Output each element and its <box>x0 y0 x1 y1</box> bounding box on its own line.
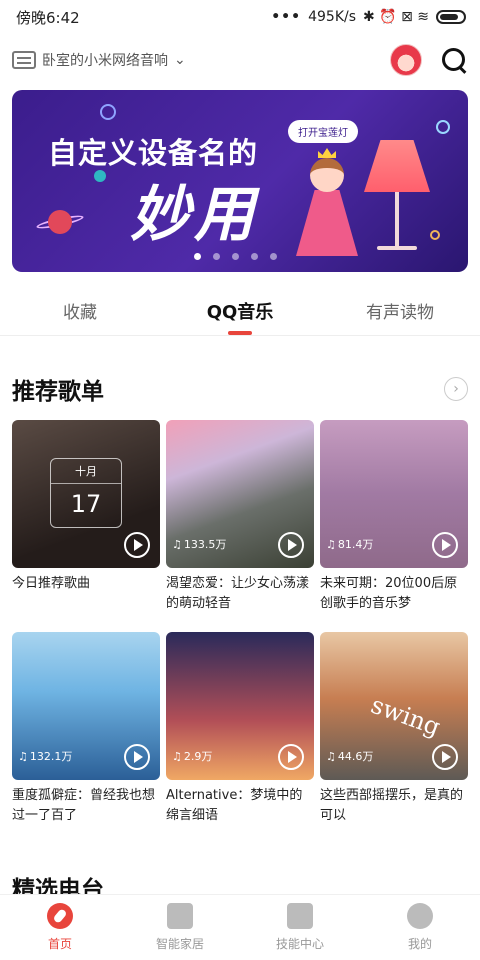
playlist-cover[interactable]: ♫ 132.1万 <box>12 632 160 780</box>
play-icon[interactable] <box>278 744 304 770</box>
promo-banner[interactable]: 自定义设备名的 妙用 打开宝莲灯 <box>12 90 468 272</box>
play-count: ♫ 133.5万 <box>172 536 226 552</box>
network-speed: 495K/s <box>308 9 357 25</box>
playlist-card[interactable]: ♫ 132.1万 重度孤僻症：曾经我也想过一了百了 <box>12 632 160 826</box>
play-count: ♫ 2.9万 <box>172 748 212 764</box>
play-count-value: 2.9万 <box>183 750 213 763</box>
play-count-value: 132.1万 <box>29 750 73 763</box>
carousel-indicator <box>194 253 277 260</box>
section-title-radio: 精选电台 <box>12 877 104 903</box>
section-header-playlists: 推荐歌单 › <box>0 336 480 420</box>
profile-icon <box>407 903 433 929</box>
play-icon[interactable] <box>124 532 150 558</box>
headphones-icon: ♫ <box>172 749 182 763</box>
play-count: ♫ 132.1万 <box>18 748 72 764</box>
device-name: 卧室的小米网络音响 <box>42 53 168 69</box>
nav-skills[interactable]: 技能中心 <box>240 895 360 960</box>
nav-label: 技能中心 <box>275 937 324 951</box>
play-count: ♫ 44.6万 <box>326 748 373 764</box>
lamp-base <box>377 246 417 250</box>
decor-circle <box>436 120 450 134</box>
device-selector[interactable]: 卧室的小米网络音响 ⌄ <box>12 50 390 70</box>
nav-label: 我的 <box>407 937 432 951</box>
headphones-icon: ♫ <box>326 749 336 763</box>
play-icon[interactable] <box>432 744 458 770</box>
tab-favorites[interactable]: 收藏 <box>0 286 160 335</box>
nav-smart-home[interactable]: 智能家居 <box>120 895 240 960</box>
nav-profile[interactable]: 我的 <box>360 895 480 960</box>
princess-head <box>310 158 344 192</box>
lamp-stand <box>395 192 399 248</box>
battery-icon <box>436 10 466 24</box>
cover-overlay-text: swing <box>367 690 444 742</box>
princess-dress <box>296 190 358 256</box>
headphones-icon: ♫ <box>172 537 182 551</box>
search-icon[interactable] <box>440 46 468 74</box>
content-tabs: 收藏 QQ音乐 有声读物 <box>0 286 480 336</box>
carousel-dot[interactable] <box>232 253 239 260</box>
calendar-icon: 十月 17 <box>50 458 122 528</box>
play-icon[interactable] <box>432 532 458 558</box>
nav-label: 首页 <box>47 937 72 951</box>
banner-tag: 打开宝莲灯 <box>288 120 358 143</box>
play-icon[interactable] <box>278 532 304 558</box>
playlist-grid: 十月 17 今日推荐歌曲 ♫ 133.5万 渴望恋爱：让少女心荡漾的萌动轻音 ♫ 8… <box>0 420 480 826</box>
decor-circle <box>100 104 116 120</box>
playlist-title: 这些西部摇摆乐，是真的可以 <box>320 788 464 823</box>
playlist-card[interactable]: ♫ 2.9万 Alternative：梦境中的绵言细语 <box>166 632 314 826</box>
smart-home-icon <box>167 903 193 929</box>
play-count-value: 133.5万 <box>183 538 227 551</box>
carousel-dot[interactable] <box>213 253 220 260</box>
playlist-title: 重度孤僻症：曾经我也想过一了百了 <box>12 788 156 823</box>
playlist-card[interactable]: 十月 17 今日推荐歌曲 <box>12 420 160 614</box>
speaker-icon <box>12 51 36 69</box>
home-icon <box>47 903 73 929</box>
notification-dots: ••• <box>271 9 302 25</box>
playlist-title: 今日推荐歌曲 <box>12 576 91 591</box>
playlist-cover[interactable]: 十月 17 <box>12 420 160 568</box>
nav-label: 智能家居 <box>155 937 204 951</box>
app-header: 卧室的小米网络音响 ⌄ <box>0 34 480 86</box>
carousel-dot-active[interactable] <box>194 253 201 260</box>
playlist-card[interactable]: ♫ 133.5万 渴望恋爱：让少女心荡漾的萌动轻音 <box>166 420 314 614</box>
more-arrow-icon[interactable]: › <box>444 377 468 401</box>
banner-title: 妙用 <box>130 180 258 250</box>
bottom-nav: 首页 智能家居 技能中心 我的 <box>0 894 480 960</box>
playlist-cover[interactable]: ♫ 2.9万 <box>166 632 314 780</box>
tab-qq-music[interactable]: QQ音乐 <box>160 286 320 335</box>
skills-icon <box>287 903 313 929</box>
status-time: 傍晚6:42 <box>16 8 80 27</box>
status-bar: 傍晚6:42 ••• 495K/s ✱ ⏰ ⊠ ≋ <box>0 0 480 34</box>
calendar-month: 十月 <box>51 459 121 484</box>
status-right: ••• 495K/s ✱ ⏰ ⊠ ≋ <box>271 9 466 25</box>
play-count: ♫ 81.4万 <box>326 536 373 552</box>
carousel-dot[interactable] <box>251 253 258 260</box>
avatar[interactable] <box>390 44 422 76</box>
playlist-title: Alternative：梦境中的绵言细语 <box>166 788 303 823</box>
planet-illustration <box>48 210 72 234</box>
princess-illustration <box>292 148 362 256</box>
play-count-value: 81.4万 <box>337 538 374 551</box>
playlist-title: 未来可期：20位00后原创歌手的音乐梦 <box>320 576 458 611</box>
playlist-cover[interactable]: ♫ 133.5万 <box>166 420 314 568</box>
carousel-dot[interactable] <box>270 253 277 260</box>
chevron-down-icon: ⌄ <box>174 52 186 68</box>
play-count-value: 44.6万 <box>337 750 374 763</box>
nav-home[interactable]: 首页 <box>0 895 120 960</box>
playlist-cover[interactable]: ♫ 81.4万 <box>320 420 468 568</box>
headphones-icon: ♫ <box>18 749 28 763</box>
calendar-day: 17 <box>70 490 102 518</box>
playlist-cover[interactable]: swing ♫ 44.6万 <box>320 632 468 780</box>
decor-circle <box>430 230 440 240</box>
playlist-card[interactable]: swing ♫ 44.6万 这些西部摇摆乐，是真的可以 <box>320 632 468 826</box>
system-icons: ✱ ⏰ ⊠ ≋ <box>363 9 429 25</box>
play-icon[interactable] <box>124 744 150 770</box>
headphones-icon: ♫ <box>326 537 336 551</box>
lamp-illustration <box>364 140 430 192</box>
crown-icon <box>318 148 336 158</box>
playlist-title: 渴望恋爱：让少女心荡漾的萌动轻音 <box>166 576 310 611</box>
playlist-card[interactable]: ♫ 81.4万 未来可期：20位00后原创歌手的音乐梦 <box>320 420 468 614</box>
section-title: 推荐歌单 <box>12 379 104 405</box>
tab-audiobooks[interactable]: 有声读物 <box>320 286 480 335</box>
